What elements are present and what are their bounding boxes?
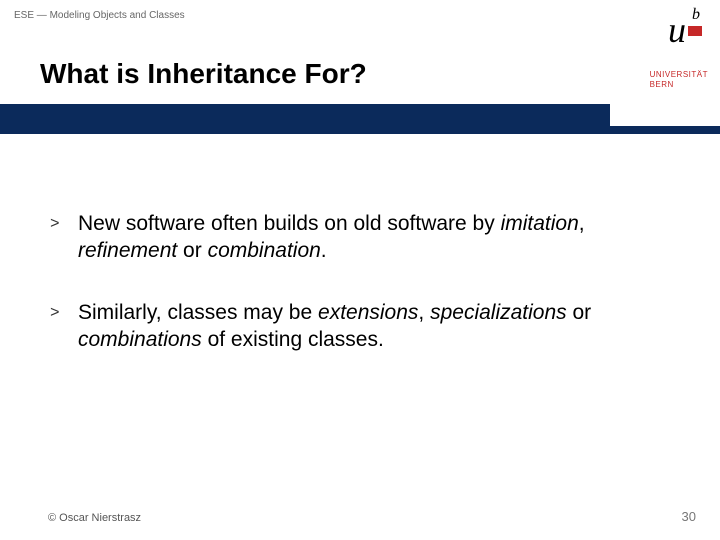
slide: ESE — Modeling Objects and Classes What … [0, 0, 720, 540]
bullet-marker: > [50, 210, 78, 265]
logo-letter-u: u [668, 12, 686, 48]
text-span: or [177, 239, 207, 262]
text-italic: extensions [318, 301, 418, 324]
bullet-text: New software often builds on old softwar… [78, 210, 680, 265]
bullet-item: > New software often builds on old softw… [50, 210, 680, 265]
footer-copyright: © Oscar Nierstrasz [48, 512, 141, 524]
bullet-item: > Similarly, classes may be extensions, … [50, 299, 680, 354]
text-italic: combination [208, 239, 321, 262]
text-span: New software often builds on old softwar… [78, 212, 501, 235]
text-span: or [567, 301, 592, 324]
logo-university-label: UNIVERSITÄT BERN [650, 70, 708, 91]
logo-letter-b: b [692, 6, 700, 24]
content-area: > New software often builds on old softw… [50, 210, 680, 387]
logo-red-mark [688, 26, 702, 36]
bullet-text: Similarly, classes may be extensions, sp… [78, 299, 680, 354]
page-number: 30 [682, 509, 696, 524]
text-italic: specializations [430, 301, 567, 324]
text-span: . [321, 239, 327, 262]
text-italic: refinement [78, 239, 177, 262]
slide-title: What is Inheritance For? [40, 58, 367, 90]
text-span: of existing classes. [202, 328, 384, 351]
bullet-marker: > [50, 299, 78, 354]
text-italic: combinations [78, 328, 202, 351]
text-span: , [418, 301, 430, 324]
university-logo: u b UNIVERSITÄT BERN [610, 6, 720, 126]
logo-uni-line1: UNIVERSITÄT [650, 70, 708, 79]
text-span: Similarly, classes may be [78, 301, 318, 324]
text-span: , [579, 212, 585, 235]
logo-uni-line2: BERN [650, 80, 674, 89]
text-italic: imitation [501, 212, 579, 235]
breadcrumb: ESE — Modeling Objects and Classes [14, 10, 185, 21]
